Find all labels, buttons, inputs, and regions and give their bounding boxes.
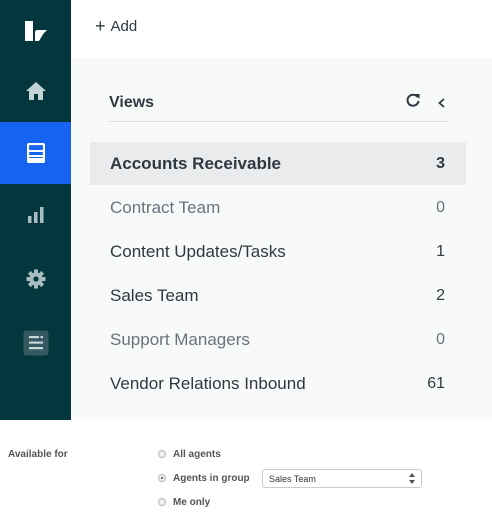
collapse-chevron-icon[interactable] (435, 96, 449, 110)
view-label: Support Managers (110, 330, 250, 349)
logo[interactable] (0, 0, 71, 62)
sidebar-item-views[interactable] (0, 122, 71, 184)
sidebar-item-apps[interactable] (0, 314, 71, 372)
views-icon (26, 143, 45, 163)
refresh-icon[interactable] (405, 92, 421, 108)
view-row-vendor-relations[interactable]: Vendor Relations Inbound 61 (90, 362, 466, 405)
apps-icon (23, 330, 48, 356)
radio-button-checked[interactable] (158, 474, 166, 482)
home-icon (25, 82, 46, 100)
radio-label: Agents in group (173, 472, 250, 484)
view-count: 1 (436, 243, 445, 260)
available-for-label: Available for (8, 449, 68, 460)
radio-agents-in-group[interactable]: Agents in group (158, 470, 250, 486)
view-label: Accounts Receivable (110, 154, 282, 173)
sidebar (0, 0, 71, 420)
radio-me-only[interactable]: Me only (158, 494, 210, 510)
views-panel: Views Accounts Receivable 3 Contract Tea… (71, 58, 492, 420)
top-bar: + Add (71, 0, 492, 58)
view-row-sales-team[interactable]: Sales Team 2 (90, 274, 466, 317)
view-label: Contract Team (110, 198, 221, 217)
sidebar-item-reporting[interactable] (0, 186, 71, 244)
view-row-content-updates[interactable]: Content Updates/Tasks 1 (90, 230, 466, 273)
reports-icon (27, 207, 43, 223)
view-label: Sales Team (110, 286, 199, 305)
view-row-contract-team[interactable]: Contract Team 0 (90, 186, 466, 229)
view-count: 0 (436, 199, 445, 216)
view-count: 0 (436, 331, 445, 348)
radio-button[interactable] (158, 450, 166, 458)
radio-label: Me only (173, 496, 211, 508)
add-button-label: Add (110, 17, 138, 35)
view-label: Vendor Relations Inbound (110, 374, 306, 393)
radio-all-agents[interactable]: All agents (158, 446, 221, 462)
view-label: Content Updates/Tasks (110, 242, 286, 261)
view-count: 2 (436, 287, 445, 304)
radio-label: All agents (173, 448, 221, 460)
sidebar-item-settings[interactable] (0, 250, 71, 308)
views-title: Views (109, 94, 155, 111)
radio-button[interactable] (158, 498, 166, 506)
gear-icon (26, 269, 45, 289)
select-arrows-icon (409, 473, 415, 484)
add-button[interactable]: + Add (95, 17, 137, 35)
group-select[interactable]: Sales Team (262, 469, 422, 488)
view-count: 3 (436, 155, 445, 172)
view-count: 61 (427, 375, 445, 392)
group-select-value: Sales Team (269, 474, 316, 484)
views-header: Views (109, 92, 449, 122)
logo-icon (24, 21, 47, 41)
view-row-support-managers[interactable]: Support Managers 0 (90, 318, 466, 361)
plus-icon: + (95, 16, 106, 36)
sidebar-item-home[interactable] (0, 62, 71, 120)
view-row-accounts-receivable[interactable]: Accounts Receivable 3 (90, 142, 466, 185)
